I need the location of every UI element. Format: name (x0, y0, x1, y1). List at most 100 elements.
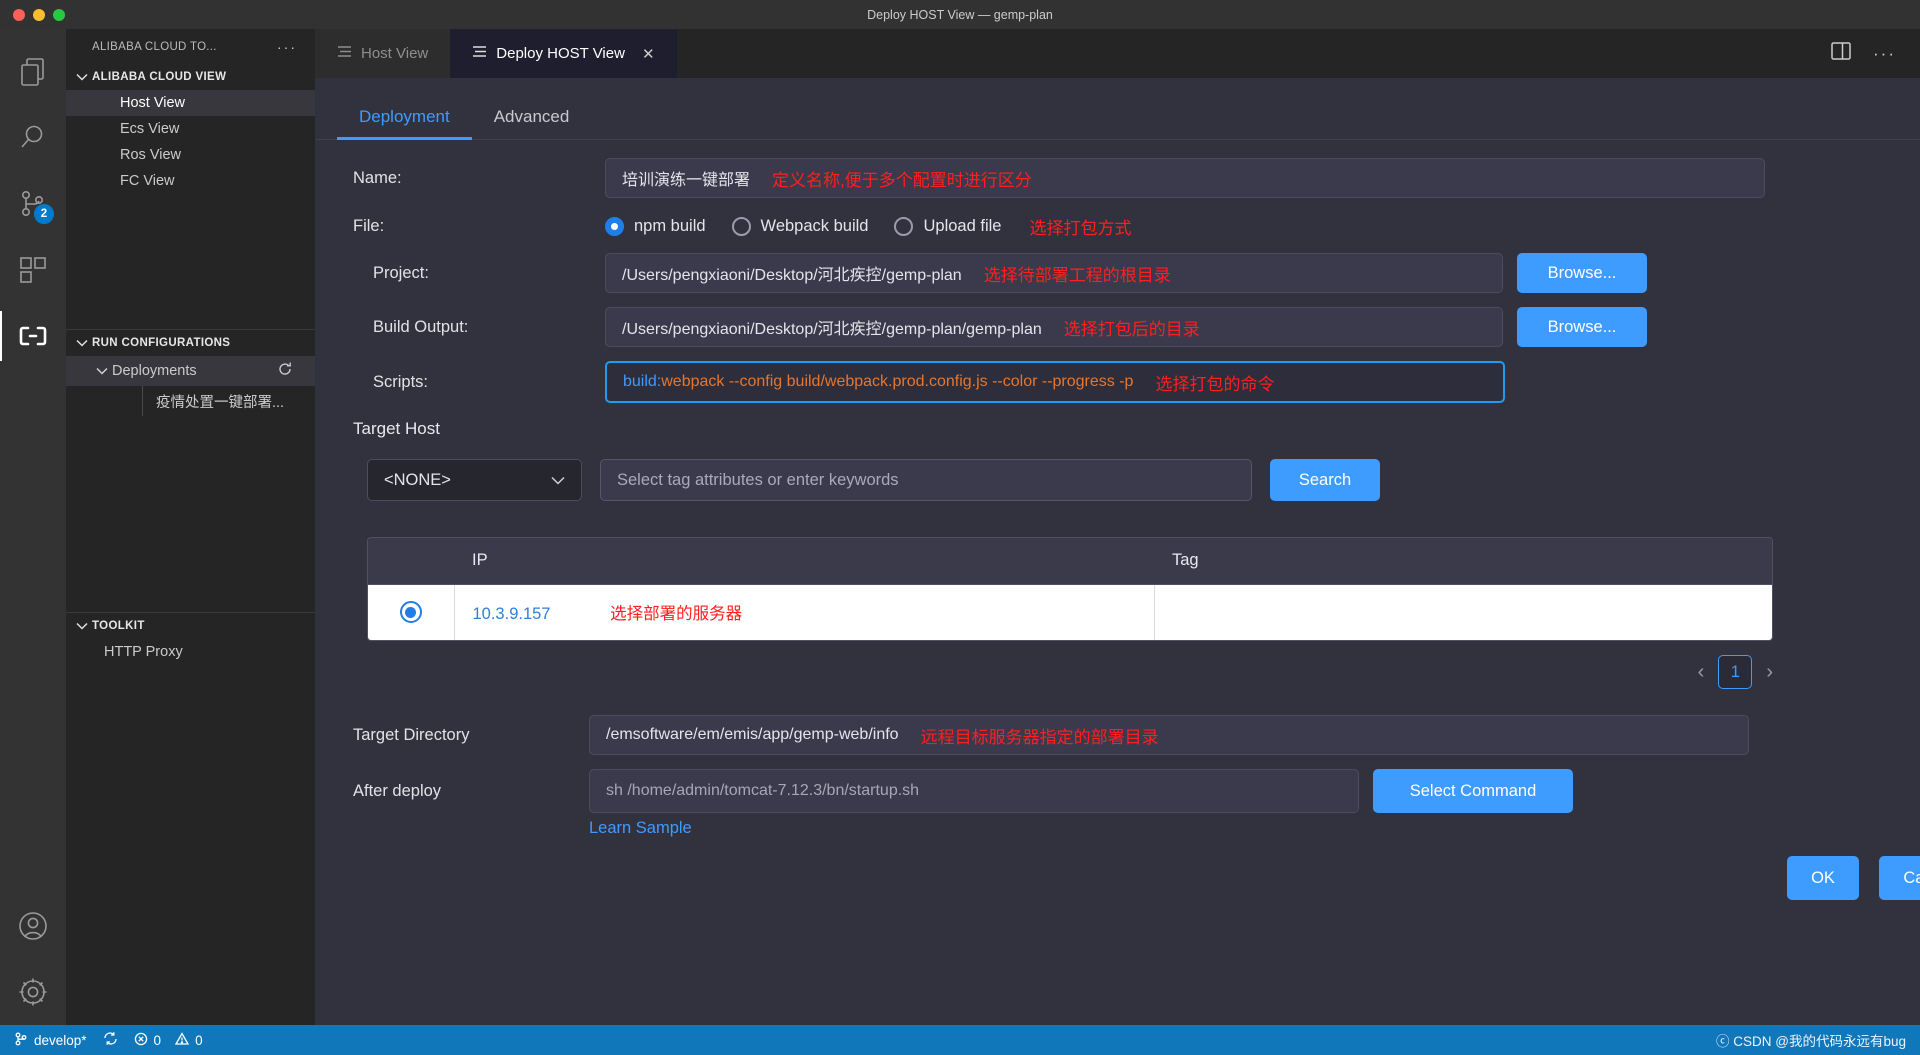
window-title: Deploy HOST View — gemp-plan (867, 7, 1053, 22)
activity-item-extensions[interactable] (0, 237, 66, 303)
target-host-search-row: <NONE> Select tag attributes or enter ke… (315, 459, 1920, 501)
tab-host-view[interactable]: Host View (315, 29, 451, 78)
radio-webpack-build[interactable]: Webpack build (731, 217, 868, 236)
name-input[interactable]: 培训演练一键部署 定义名称,便于多个配置时进行区分 (605, 158, 1765, 198)
sidebar-item-host-view[interactable]: Host View (66, 90, 315, 116)
build-output-annotation: 选择打包后的目录 (1063, 319, 1200, 339)
editor-area: Host View Deploy HOST View ✕ ··· Deploym… (315, 29, 1920, 1025)
tag-select-value: <NONE> (384, 470, 451, 489)
learn-sample-link[interactable]: Learn Sample (589, 819, 692, 837)
target-directory-input[interactable]: /emsoftware/em/emis/app/gemp-web/info 远程… (589, 715, 1749, 755)
field-file-row: File: npm build Webpack build Upload fil… (315, 214, 1920, 239)
project-browse-button[interactable]: Browse... (1517, 253, 1647, 293)
tab-label: Host View (361, 45, 429, 62)
host-table: IP Tag 10.3.9.157 选择部署的服务器 (367, 537, 1773, 641)
sidebar-item-ros-view[interactable]: Ros View (66, 142, 315, 168)
radio-indicator (894, 217, 914, 236)
project-input[interactable]: /Users/pengxiaoni/Desktop/河北疾控/gemp-plan… (605, 253, 1503, 293)
maximize-window-button[interactable] (53, 8, 65, 21)
target-directory-label: Target Directory (353, 725, 470, 744)
after-deploy-input[interactable]: sh /home/admin/tomcat-7.12.3/bn/startup.… (589, 769, 1359, 813)
name-value: 培训演练一键部署 (622, 172, 751, 189)
after-deploy-label: After deploy (353, 781, 442, 800)
row-ip-cell: 10.3.9.157 选择部署的服务器 (454, 584, 1155, 640)
tab-label: Deploy HOST View (496, 45, 625, 62)
subtab-deployment[interactable]: Deployment (337, 107, 472, 140)
editor-tabs: Host View Deploy HOST View ✕ ··· (315, 29, 1920, 78)
error-icon (134, 1032, 148, 1049)
vscode-window: Deploy HOST View — gemp-plan 2 ALIBABA C… (0, 0, 1920, 1055)
more-actions-icon[interactable]: ··· (1873, 44, 1896, 64)
list-icon (337, 45, 352, 62)
sidebar-title: ALIBABA CLOUD TO... (92, 40, 217, 53)
status-warnings-count: 0 (195, 1032, 203, 1048)
source-control-icon (14, 1032, 28, 1049)
radio-npm-build[interactable]: npm build (605, 217, 706, 236)
row-select-cell[interactable] (368, 584, 455, 640)
close-window-button[interactable] (13, 8, 25, 21)
scripts-label: Scripts: (373, 372, 429, 391)
search-placeholder: Select tag attributes or enter keywords (617, 470, 899, 489)
activity-item-explorer[interactable] (0, 39, 66, 105)
sidebar-group-label: Deployments (112, 363, 197, 379)
chevron-right-icon[interactable]: › (1766, 661, 1773, 684)
file-radio-group: npm build Webpack build Upload file 选择打包… (605, 214, 1131, 239)
sidebar-item-ecs-view[interactable]: Ecs View (66, 116, 315, 142)
tag-select[interactable]: <NONE> (367, 459, 582, 501)
field-scripts-row: Scripts: build: webpack --config build/w… (315, 361, 1920, 403)
sidebar-item-label: HTTP Proxy (104, 644, 183, 660)
tab-deploy-host-view[interactable]: Deploy HOST View ✕ (450, 29, 677, 78)
field-name-row: Name: 培训演练一键部署 定义名称,便于多个配置时进行区分 (315, 158, 1920, 198)
build-output-browse-button[interactable]: Browse... (1517, 307, 1647, 347)
scripts-annotation: 选择打包的命令 (1155, 374, 1275, 394)
activity-item-search[interactable] (0, 105, 66, 171)
editor-actions: ··· (1807, 29, 1920, 78)
sidebar-item-label: Host View (120, 95, 186, 111)
subtab-advanced[interactable]: Advanced (472, 107, 592, 139)
chevron-left-icon[interactable]: ‹ (1698, 661, 1705, 684)
field-after-deploy-row: After deploy sh /home/admin/tomcat-7.12.… (315, 769, 1920, 813)
radio-upload-file[interactable]: Upload file (894, 217, 1001, 236)
activity-item-settings[interactable] (0, 959, 66, 1025)
page-number-1[interactable]: 1 (1718, 655, 1753, 689)
account-icon (17, 910, 49, 942)
refresh-icon[interactable] (277, 361, 293, 381)
scripts-key: build: (623, 373, 662, 390)
learn-sample-row: Learn Sample (315, 819, 1920, 838)
search-button[interactable]: Search (1270, 459, 1380, 501)
sidebar-more-icon[interactable]: ··· (277, 39, 297, 55)
search-input[interactable]: Select tag attributes or enter keywords (600, 459, 1252, 501)
sidebar-item-fc-view[interactable]: FC View (66, 168, 315, 194)
split-editor-icon[interactable] (1831, 42, 1851, 65)
sidebar-section-run-configurations[interactable]: RUN CONFIGURATIONS (66, 330, 315, 356)
row-radio[interactable] (399, 601, 422, 624)
status-problems[interactable]: 0 0 (134, 1031, 203, 1049)
sidebar-section-toolkit[interactable]: TOOLKIT (66, 613, 315, 639)
minimize-window-button[interactable] (33, 8, 45, 21)
sidebar-gap-2 (66, 416, 315, 612)
activity-item-remote-explorer[interactable] (0, 303, 66, 369)
sidebar-section-alibaba-cloud-view[interactable]: ALIBABA CLOUD VIEW (66, 64, 315, 90)
radio-indicator (605, 217, 624, 236)
status-sync[interactable] (103, 1031, 118, 1049)
status-branch[interactable]: develop* (14, 1032, 87, 1049)
activity-item-accounts[interactable] (0, 893, 66, 959)
table-row[interactable]: 10.3.9.157 选择部署的服务器 (368, 584, 1772, 640)
row-ip-value[interactable]: 10.3.9.157 (473, 605, 551, 623)
scripts-input[interactable]: build: webpack --config build/webpack.pr… (605, 361, 1505, 403)
ok-button[interactable]: OK (1787, 856, 1859, 900)
title-bar: Deploy HOST View — gemp-plan (0, 0, 1920, 29)
sidebar-item-http-proxy[interactable]: HTTP Proxy (66, 639, 315, 665)
window-controls[interactable] (0, 8, 65, 21)
sidebar-group-deployments[interactable]: Deployments (66, 356, 315, 386)
sidebar-header: ALIBABA CLOUD TO... ··· (66, 29, 315, 64)
cancel-button[interactable]: Cancel (1879, 856, 1920, 900)
select-command-button[interactable]: Select Command (1373, 769, 1573, 813)
sidebar-deployment-item[interactable]: 疫情处置一键部署... (66, 386, 315, 416)
close-icon[interactable]: ✕ (642, 45, 655, 63)
target-directory-annotation: 远程目标服务器指定的部署目录 (920, 727, 1159, 747)
build-output-input[interactable]: /Users/pengxiaoni/Desktop/河北疾控/gemp-plan… (605, 307, 1503, 347)
sidebar-section-label: RUN CONFIGURATIONS (92, 337, 231, 349)
scripts-command: webpack --config build/webpack.prod.conf… (661, 373, 1134, 390)
activity-item-source-control[interactable]: 2 (0, 171, 66, 237)
